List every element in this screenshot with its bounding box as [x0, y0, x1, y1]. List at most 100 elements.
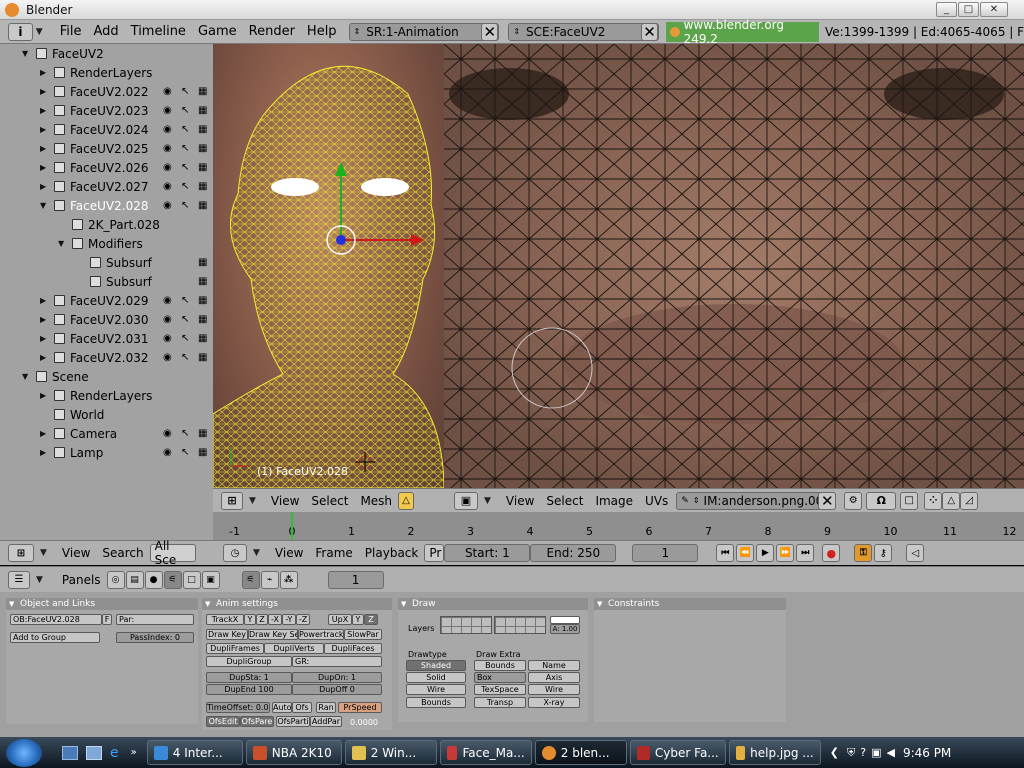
delete-scene-button[interactable]: ✕: [640, 22, 659, 41]
menu-render[interactable]: Render: [243, 23, 301, 41]
physics-buttons-icon[interactable]: ⌁: [260, 570, 279, 589]
expanded-arrow-icon[interactable]: ▼: [22, 49, 28, 58]
slowpar-button[interactable]: SlowPar: [344, 629, 382, 640]
outliner-row[interactable]: World: [0, 405, 213, 424]
menu-view[interactable]: View: [56, 544, 96, 562]
collapsed-arrow-icon[interactable]: ▶: [40, 391, 46, 400]
outliner-row[interactable]: ▶ FaceUV2.030 ◉ ↖ ▦: [0, 310, 213, 329]
collapsed-arrow-icon[interactable]: ▶: [40, 182, 46, 191]
pack-image-icon[interactable]: ⚙: [844, 491, 863, 510]
object-color-swatch[interactable]: [550, 616, 580, 624]
menu-select[interactable]: Select: [305, 492, 354, 510]
outliner-row[interactable]: ▶ RenderLayers: [0, 386, 213, 405]
panel-title[interactable]: Draw: [398, 598, 588, 610]
shield-icon[interactable]: ⛨: [847, 746, 855, 760]
eye-icon[interactable]: ◉: [163, 447, 172, 458]
start-frame-field[interactable]: Start: 1: [444, 544, 531, 562]
menu-file[interactable]: File: [54, 23, 88, 41]
current-frame-marker[interactable]: [291, 512, 293, 542]
cursor-icon[interactable]: ↖: [181, 428, 189, 439]
eye-icon[interactable]: ◉: [163, 333, 172, 344]
render-icon[interactable]: ▦: [198, 181, 207, 192]
expanded-arrow-icon[interactable]: ▼: [58, 239, 64, 248]
outliner-row[interactable]: Subsurf ▦: [0, 272, 213, 291]
switch-windows-icon[interactable]: [86, 745, 102, 760]
eye-icon[interactable]: ◉: [163, 314, 172, 325]
outliner-row[interactable]: Subsurf ▦: [0, 253, 213, 272]
menu-panels[interactable]: Panels: [56, 571, 107, 589]
help-icon[interactable]: ?: [860, 746, 866, 759]
cursor-icon[interactable]: ↖: [181, 86, 189, 97]
timeline-type-clock-icon[interactable]: ◷: [223, 544, 247, 562]
outliner-row[interactable]: ▶ RenderLayers: [0, 63, 213, 82]
eye-icon[interactable]: ◉: [163, 200, 172, 211]
dupliframes-button[interactable]: DupliFrames: [206, 643, 264, 654]
render-icon[interactable]: ▦: [198, 295, 207, 306]
end-frame-field[interactable]: End: 250: [530, 544, 617, 562]
draw-key-sel-button[interactable]: Draw Key Se: [248, 629, 298, 640]
extra-transp-button[interactable]: Transp: [474, 697, 526, 708]
image-icon[interactable]: ▦: [198, 276, 207, 287]
collapse-arrow-icon[interactable]: ▼: [253, 548, 260, 558]
preview-range-button[interactable]: Pr: [424, 544, 445, 562]
logic-context-icon[interactable]: ◎: [106, 570, 125, 589]
display-mode-select[interactable]: All Sce: [149, 539, 196, 567]
image-selector[interactable]: ✎ ⇕ IM:anderson.png.001: [676, 491, 837, 510]
quicklaunch-more-icon[interactable]: »: [131, 747, 137, 758]
menu-select[interactable]: Select: [540, 492, 589, 510]
cursor-icon[interactable]: ↖: [181, 352, 189, 363]
jump-end-icon[interactable]: ⏭: [796, 544, 815, 562]
outliner-type-icon[interactable]: ⊞: [8, 544, 34, 562]
particle-buttons-icon[interactable]: ⁂: [279, 570, 298, 589]
addpar-button[interactable]: AddPar: [310, 716, 342, 727]
frame-number-field[interactable]: 1: [327, 570, 384, 589]
edit-mode-icon[interactable]: △: [398, 491, 415, 510]
extra-axis-button[interactable]: Axis: [528, 672, 580, 683]
panel-title[interactable]: Object and Links: [6, 598, 198, 610]
drawtype-wire[interactable]: Wire: [406, 684, 466, 695]
image-icon[interactable]: ▦: [198, 257, 207, 268]
taskbar-item[interactable]: Cyber Fa...: [629, 740, 726, 765]
eye-icon[interactable]: ◉: [163, 105, 172, 116]
auto-button[interactable]: Auto: [272, 702, 292, 713]
scene-selector[interactable]: ⇕ SCE:FaceUV2: [508, 22, 659, 41]
collapsed-arrow-icon[interactable]: ▶: [40, 353, 46, 362]
menu-frame[interactable]: Frame: [309, 544, 358, 562]
outliner-row[interactable]: ▶ Lamp ◉ ↖ ▦: [0, 443, 213, 462]
expanded-arrow-icon[interactable]: ▼: [40, 201, 46, 210]
editing-context-icon[interactable]: □: [182, 570, 201, 589]
alpha-field[interactable]: A: 1.00: [550, 624, 580, 634]
expanded-arrow-icon[interactable]: ▼: [22, 372, 28, 381]
track-neg-z-button[interactable]: -Z: [296, 614, 310, 625]
up-z-button[interactable]: Z: [364, 614, 378, 625]
uv-image-editor[interactable]: [444, 44, 1024, 488]
cursor-icon[interactable]: ↖: [181, 143, 189, 154]
draw-key-button[interactable]: Draw Key: [206, 629, 248, 640]
fake-user-button[interactable]: F: [102, 614, 112, 625]
scene-context-icon[interactable]: ▣: [201, 570, 220, 589]
cursor-icon[interactable]: ↖: [181, 105, 189, 116]
prev-keyframe-icon[interactable]: ⏪: [736, 544, 755, 562]
cursor-icon[interactable]: ↖: [181, 162, 189, 173]
collapsed-arrow-icon[interactable]: ▶: [40, 296, 46, 305]
drawtype-bounds[interactable]: Bounds: [406, 697, 466, 708]
menu-view[interactable]: View: [500, 492, 540, 510]
shading-context-icon[interactable]: ●: [144, 570, 163, 589]
outliner-row[interactable]: ▶ FaceUV2.025 ◉ ↖ ▦: [0, 139, 213, 158]
collapse-arrow-icon[interactable]: ▼: [40, 548, 47, 558]
track-neg-y-button[interactable]: -Y: [282, 614, 296, 625]
timeline[interactable]: -10123456789101112: [213, 512, 1024, 542]
viewport-3d[interactable]: (1) FaceUV2.028: [213, 44, 444, 488]
outliner[interactable]: ▼ FaceUV2 ▶ RenderLayers ▶ FaceUV2.022 ◉ ↖ ▦ ▶ Fac…: [0, 44, 213, 540]
track-neg-x-button[interactable]: -X: [268, 614, 282, 625]
track-x-button[interactable]: TrackX: [206, 614, 244, 625]
parent-field[interactable]: Par:: [116, 614, 194, 625]
menu-uvs[interactable]: UVs: [639, 492, 674, 510]
window-type-uv-icon[interactable]: ▣: [454, 491, 478, 510]
delete-screen-button[interactable]: ✕: [481, 22, 499, 41]
sync-select-icon[interactable]: Ω: [866, 491, 897, 510]
dupligroup-button[interactable]: DupliGroup: [206, 656, 292, 667]
buttons-type-icon[interactable]: ☰: [8, 570, 30, 589]
extra-name-button[interactable]: Name: [528, 660, 580, 671]
drawtype-solid[interactable]: Solid: [406, 672, 466, 683]
